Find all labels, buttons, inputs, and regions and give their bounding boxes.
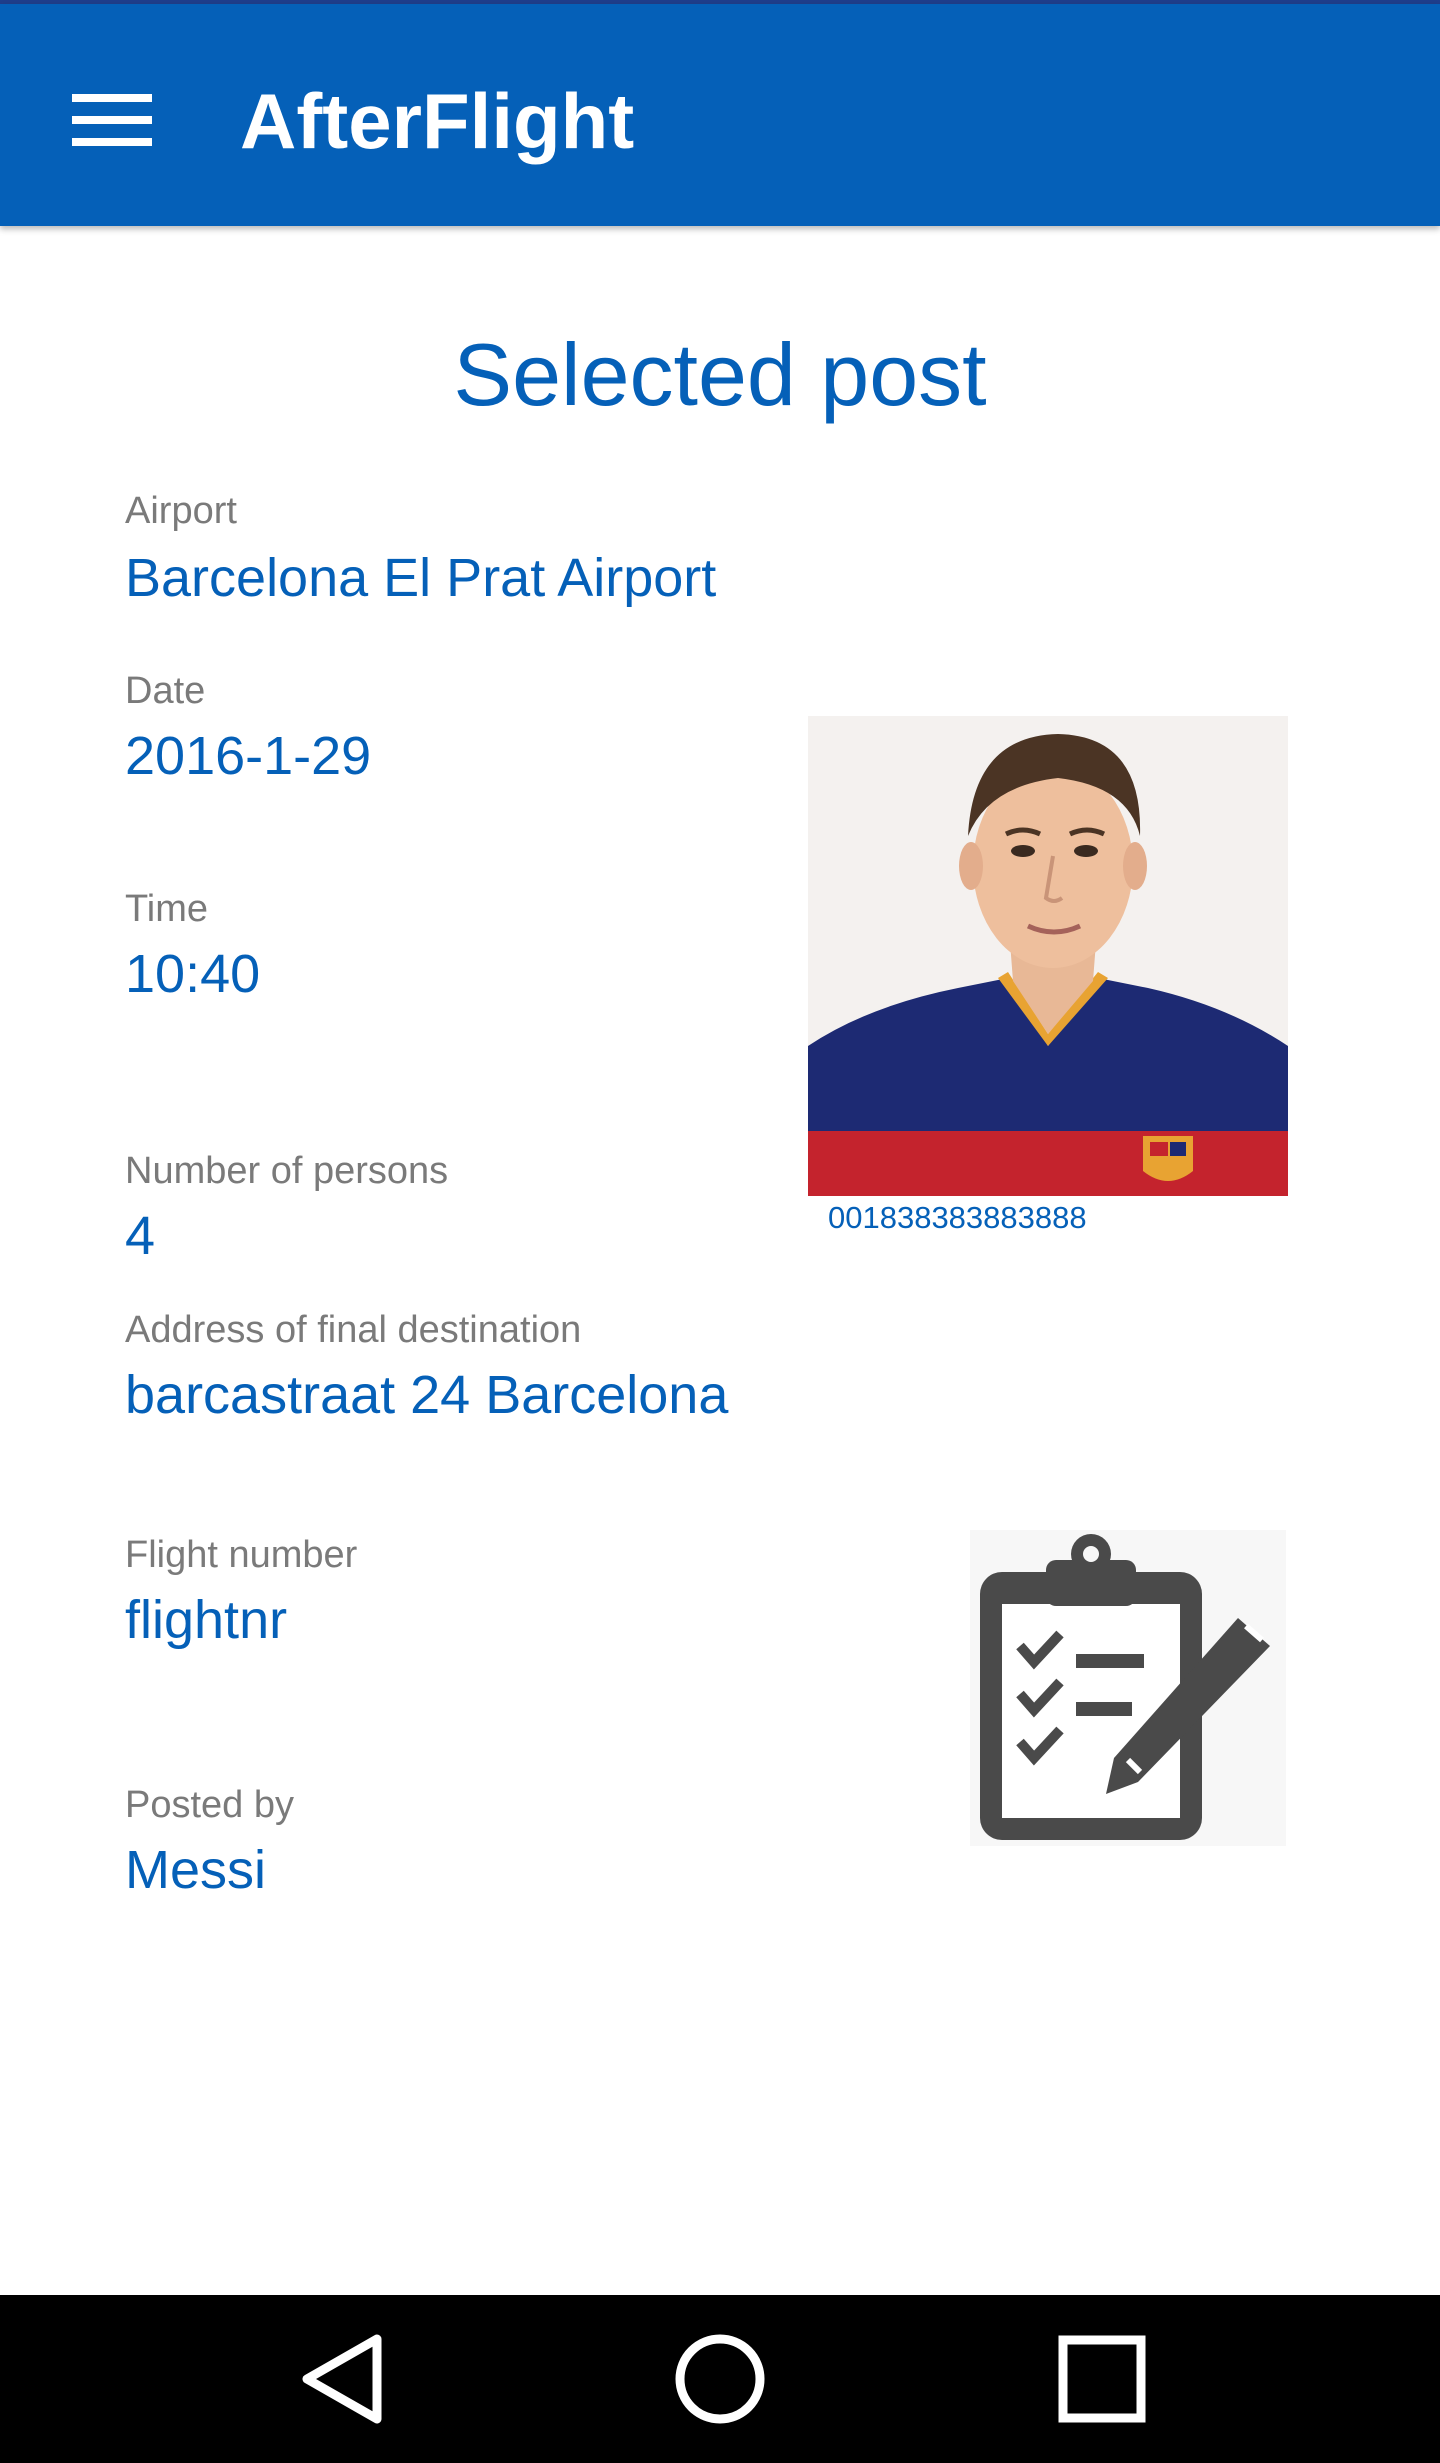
menu-icon [72,94,152,146]
time-value: 10:40 [125,944,261,1004]
profile-phone-number: 001838383883888 [828,1200,1087,1235]
system-navigation-bar [0,2295,1440,2463]
date-value: 2016-1-29 [125,726,372,786]
back-icon [302,2334,382,2424]
persons-label: Number of persons [125,1150,449,1192]
back-button[interactable] [262,2319,422,2439]
app-screen: AfterFlight Selected post Airport Barcel… [0,0,1440,2463]
menu-button[interactable] [54,72,170,168]
address-value: barcastraat 24 Barcelona [125,1365,729,1425]
posted-by-label: Posted by [125,1784,294,1826]
profile-photo [808,716,1288,1196]
time-label: Time [125,888,209,930]
home-button[interactable] [640,2319,800,2439]
posted-by-value: Messi [125,1840,267,1900]
persons-value: 4 [125,1206,156,1266]
recents-button[interactable] [1022,2319,1182,2439]
app-title: AfterFlight [240,77,635,165]
airport-value: Barcelona El Prat Airport [125,548,717,608]
address-label: Address of final destination [125,1309,582,1351]
clipboard-edit-icon [970,1530,1286,1846]
flight-number-value: flightnr [125,1590,288,1650]
page-title: Selected post [453,325,987,424]
edit-post-button[interactable] [970,1530,1286,1846]
airport-label: Airport [125,490,237,532]
home-icon [675,2334,765,2424]
date-label: Date [125,670,206,712]
flight-number-label: Flight number [125,1534,358,1576]
app-bar: AfterFlight [0,4,1440,226]
recents-icon [1058,2335,1146,2423]
